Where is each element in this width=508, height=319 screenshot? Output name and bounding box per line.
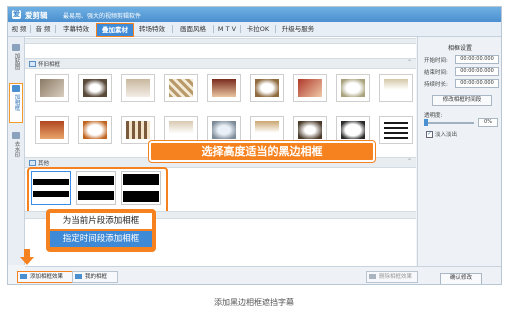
black-border-frame-3[interactable] bbox=[121, 171, 161, 205]
menu-add-to-time-range[interactable]: 指定时间段添加相框 bbox=[50, 231, 152, 247]
add-frame-label: 添加相框效果 bbox=[30, 274, 64, 280]
black-border-frame-2[interactable] bbox=[76, 171, 116, 205]
frame-thumb[interactable] bbox=[207, 116, 241, 144]
frame-thumb[interactable] bbox=[336, 116, 370, 144]
collapse-icon[interactable]: ⌃ bbox=[407, 158, 412, 165]
watermark-icon bbox=[12, 132, 20, 139]
tab-upgrade-service[interactable]: 升级与服务 bbox=[278, 23, 318, 35]
frame-thumb[interactable] bbox=[121, 116, 155, 144]
frame-thumb[interactable] bbox=[121, 74, 155, 102]
collapse-icon[interactable]: ⌃ bbox=[407, 59, 412, 66]
tab-video[interactable]: 视 频 bbox=[10, 23, 28, 35]
my-frames-icon bbox=[75, 274, 82, 279]
section-toggle-icon bbox=[29, 160, 36, 166]
nav-add-frame-label: 加相框 bbox=[13, 94, 20, 111]
nav-remove-watermark-label: 去水印 bbox=[13, 141, 20, 158]
bottom-toolbar: 添加相框效果 我的相框 删除相框效果 bbox=[17, 266, 501, 284]
settings-title: 相框设置 bbox=[447, 45, 472, 52]
frame-thumb[interactable] bbox=[250, 74, 284, 102]
opacity-value[interactable]: 0% bbox=[478, 118, 498, 127]
opacity-label: 透明度: bbox=[424, 113, 443, 119]
left-nav: 加贴图 加相框 去水印 bbox=[8, 37, 25, 265]
menu-divider bbox=[172, 25, 173, 33]
app-name: 爱剪辑 bbox=[25, 11, 48, 20]
frame-thumb[interactable] bbox=[78, 74, 112, 102]
frame-thumb[interactable] bbox=[293, 74, 327, 102]
figure-caption: 添加黑边相框遮挡字幕 bbox=[214, 298, 294, 307]
tab-subtitle-effects[interactable]: 字幕特效 bbox=[58, 23, 94, 35]
modify-time-button[interactable]: 修改相框时间段 bbox=[432, 95, 492, 106]
end-time-label: 结束时间: bbox=[424, 70, 448, 76]
fade-label: 淡入淡出 bbox=[435, 132, 458, 138]
frame-thumb[interactable] bbox=[35, 116, 69, 144]
down-arrow-icon bbox=[20, 249, 34, 265]
start-time-input[interactable]: 00:00:00.000 bbox=[455, 55, 499, 64]
trash-icon bbox=[369, 274, 376, 279]
menu-divider bbox=[213, 25, 214, 33]
confirm-button[interactable]: 确认修改 bbox=[440, 273, 482, 284]
app-logo: 爱 bbox=[12, 10, 21, 19]
tab-picture-style[interactable]: 画面风格 bbox=[175, 23, 211, 35]
start-time-label: 开始时间: bbox=[424, 58, 448, 64]
section-toggle-icon bbox=[29, 61, 36, 67]
nav-add-frame[interactable]: 加相框 bbox=[9, 83, 23, 123]
duration-input[interactable]: 00:00:00.000 bbox=[455, 79, 499, 88]
frame-thumb[interactable] bbox=[250, 116, 284, 144]
frame-thumb[interactable] bbox=[207, 74, 241, 102]
frame-settings-panel: 相框设置 开始时间: 00:00:00.000 结束时间: 00:00:00.0… bbox=[417, 37, 501, 284]
frame-thumb[interactable] bbox=[379, 74, 413, 102]
sticker-icon bbox=[12, 44, 20, 51]
title-bar: 爱 爱剪辑 最易用、强大的视频剪辑软件 bbox=[8, 7, 501, 22]
frame-thumb[interactable] bbox=[78, 116, 112, 144]
select-frame-callout: 选择高度适当的黑边相框 bbox=[149, 141, 375, 162]
frame-thumb[interactable] bbox=[164, 74, 198, 102]
opacity-slider[interactable] bbox=[424, 119, 474, 126]
frame-thumb[interactable] bbox=[293, 116, 327, 144]
add-frame-context-menu: 为当前片段添加相框 指定时间段添加相框 bbox=[46, 209, 156, 252]
add-frame-icon bbox=[20, 274, 27, 279]
menu-divider bbox=[275, 25, 276, 33]
end-time-input[interactable]: 00:00:00.000 bbox=[455, 67, 499, 76]
frame-thumb[interactable] bbox=[336, 74, 370, 102]
fade-checkbox[interactable]: ✓ bbox=[426, 131, 433, 138]
menu-bar: 视 频 音 频 字幕特效 叠加素材 转场特效 画面风格 M T V 卡拉OK 升… bbox=[8, 22, 501, 37]
slider-thumb[interactable] bbox=[424, 119, 428, 126]
frame-thumb[interactable] bbox=[35, 74, 69, 102]
duration-label: 持续时长: bbox=[424, 82, 448, 88]
nav-remove-watermark[interactable]: 去水印 bbox=[9, 131, 23, 161]
black-border-frame-1[interactable] bbox=[31, 171, 71, 205]
section-vintage-title: 怀旧相框 bbox=[38, 62, 61, 68]
frame-thumb[interactable] bbox=[164, 116, 198, 144]
menu-add-to-current-clip[interactable]: 为当前片段添加相框 bbox=[50, 213, 152, 229]
menu-divider bbox=[240, 25, 241, 33]
my-frames-label: 我的相框 bbox=[85, 274, 108, 280]
nav-add-sticker-label: 加贴图 bbox=[13, 53, 20, 70]
my-frames-button[interactable]: 我的相框 bbox=[72, 271, 118, 283]
tab-transition-effects[interactable]: 转场特效 bbox=[134, 23, 170, 35]
menu-divider bbox=[55, 25, 56, 33]
tab-karaoke[interactable]: 卡拉OK bbox=[243, 23, 273, 35]
delete-frame-label: 删除相框效果 bbox=[379, 274, 413, 280]
add-frame-button[interactable]: 添加相框效果 bbox=[17, 271, 77, 283]
app-window: 爱 爱剪辑 最易用、强大的视频剪辑软件 视 频 音 频 字幕特效 叠加素材 转场… bbox=[7, 6, 502, 285]
frame-thumb[interactable] bbox=[379, 116, 413, 144]
tab-overlay-material[interactable]: 叠加素材 bbox=[96, 23, 134, 37]
nav-add-sticker[interactable]: 加贴图 bbox=[9, 43, 23, 73]
section-top-strip bbox=[25, 38, 416, 44]
frame-icon bbox=[12, 85, 20, 92]
tab-audio[interactable]: 音 频 bbox=[33, 23, 53, 35]
section-other-title: 其他 bbox=[38, 161, 50, 167]
menu-divider bbox=[30, 25, 31, 33]
tab-mtv[interactable]: M T V bbox=[216, 23, 238, 35]
delete-frame-button[interactable]: 删除相框效果 bbox=[366, 271, 418, 283]
app-slogan: 最易用、强大的视频剪辑软件 bbox=[63, 13, 142, 20]
section-vintage-frames[interactable]: 怀旧相框 ⌃ bbox=[25, 58, 416, 69]
